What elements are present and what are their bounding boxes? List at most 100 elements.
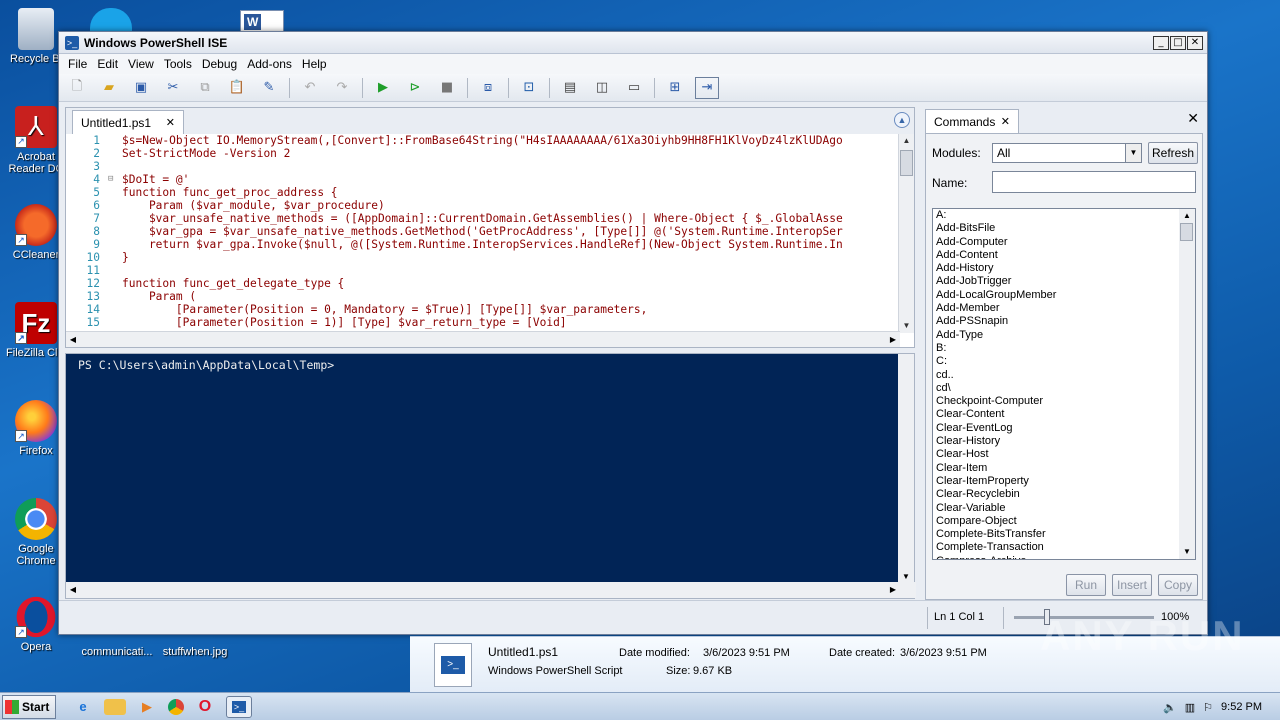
close-tab-icon[interactable]: ✕: [166, 116, 175, 129]
commands-list[interactable]: A: Add-BitsFile Add-Computer Add-Content Add…: [932, 208, 1196, 560]
clear-console-icon[interactable]: ✎: [257, 77, 281, 99]
command-list-item[interactable]: Add-JobTrigger: [933, 275, 1195, 288]
save-icon[interactable]: ▣: [129, 77, 153, 99]
fold-toggle-icon[interactable]: [108, 238, 122, 251]
command-list-item[interactable]: Add-PSSnapin: [933, 315, 1195, 328]
command-list-item[interactable]: A:: [933, 209, 1195, 222]
command-list-item[interactable]: Add-Member: [933, 302, 1195, 315]
open-folder-icon[interactable]: ▰: [97, 77, 121, 99]
command-list-item[interactable]: Checkpoint-Computer: [933, 395, 1195, 408]
fold-toggle-icon[interactable]: [108, 264, 122, 277]
stop-icon[interactable]: ■: [435, 77, 459, 99]
console-vertical-scrollbar[interactable]: ▼: [898, 354, 914, 584]
media-player-icon[interactable]: ▶: [134, 696, 160, 718]
copy-icon[interactable]: ⧉: [193, 77, 217, 99]
command-list-item[interactable]: Add-Computer: [933, 236, 1195, 249]
scroll-thumb[interactable]: [1180, 223, 1193, 241]
editor-vertical-scrollbar[interactable]: ▲ ▼: [898, 134, 914, 333]
command-list-item[interactable]: Clear-Recyclebin: [933, 488, 1195, 501]
fold-toggle-icon[interactable]: [108, 134, 122, 147]
insert-button[interactable]: Insert: [1112, 574, 1152, 596]
command-list-item[interactable]: Clear-Host: [933, 448, 1195, 461]
fold-toggle-icon[interactable]: [108, 147, 122, 160]
scroll-left-icon[interactable]: ◀: [66, 332, 80, 347]
command-list-item[interactable]: Add-BitsFile: [933, 222, 1195, 235]
command-list-item[interactable]: Clear-Content: [933, 408, 1195, 421]
fold-toggle-icon[interactable]: [108, 160, 122, 173]
scroll-down-icon[interactable]: ▼: [1179, 545, 1195, 559]
run-script-icon[interactable]: ▶: [371, 77, 395, 99]
code-editor[interactable]: 1 $s=New-Object IO.MemoryStream(,[Convert…: [66, 134, 900, 333]
console-horizontal-scrollbar[interactable]: ◀ ▶: [66, 582, 916, 598]
command-list-item[interactable]: Add-LocalGroupMember: [933, 289, 1195, 302]
commands-list-scrollbar[interactable]: ▲ ▼: [1179, 209, 1195, 559]
layout-top-icon[interactable]: ▤: [558, 77, 582, 99]
new-file-icon[interactable]: 🗋: [65, 77, 89, 99]
remote-powershell-icon[interactable]: ⧈: [476, 77, 500, 99]
action-center-flag-icon[interactable]: ⚐: [1203, 701, 1213, 714]
command-list-item[interactable]: Complete-BitsTransfer: [933, 528, 1195, 541]
show-commands-icon[interactable]: ⇥: [695, 76, 719, 99]
tab-untitled1[interactable]: Untitled1.ps1 ✕: [72, 110, 184, 134]
command-list-item[interactable]: Clear-History: [933, 435, 1195, 448]
paste-icon[interactable]: 📋: [225, 77, 249, 99]
menu-edit[interactable]: Edit: [92, 57, 123, 71]
command-list-item[interactable]: Clear-Item: [933, 462, 1195, 475]
desktop-file-communication[interactable]: communicati...: [72, 646, 162, 658]
network-icon[interactable]: ▥: [1185, 701, 1195, 714]
command-list-item[interactable]: Add-Content: [933, 249, 1195, 262]
powershell-ise-taskbar-icon[interactable]: >_: [226, 695, 252, 718]
command-list-item[interactable]: Clear-EventLog: [933, 422, 1195, 435]
command-list-item[interactable]: Add-History: [933, 262, 1195, 275]
file-explorer-icon[interactable]: [104, 698, 126, 715]
scroll-right-icon[interactable]: ▶: [886, 332, 900, 347]
menu-view[interactable]: View: [123, 57, 159, 71]
editor-horizontal-scrollbar[interactable]: ◀ ▶: [66, 331, 900, 347]
show-script-pane-icon[interactable]: ⊞: [663, 77, 687, 99]
collapse-script-pane-icon[interactable]: ▲: [894, 112, 910, 128]
start-powershell-icon[interactable]: ⊡: [517, 77, 541, 99]
fold-toggle-icon[interactable]: [108, 303, 122, 316]
word-document-icon[interactable]: W: [240, 10, 284, 32]
undo-icon[interactable]: ↶: [298, 77, 322, 99]
command-list-item[interactable]: Compress-Archive: [933, 555, 1195, 559]
menu-tools[interactable]: Tools: [159, 57, 197, 71]
fold-toggle-icon[interactable]: [108, 251, 122, 264]
start-button[interactable]: Start: [2, 694, 56, 719]
command-list-item[interactable]: Clear-Variable: [933, 502, 1195, 515]
command-list-item[interactable]: Add-Type: [933, 329, 1195, 342]
layout-max-icon[interactable]: ▭: [622, 77, 646, 99]
console-pane[interactable]: PS C:\Users\admin\AppData\Local\Temp> ▼ …: [65, 353, 916, 599]
menu-add-ons[interactable]: Add-ons: [242, 57, 297, 71]
clock[interactable]: 9:52 PM: [1221, 701, 1262, 713]
run-button[interactable]: Run: [1066, 574, 1106, 596]
title-bar[interactable]: >_ Windows PowerShell ISE _ □ ✕: [59, 32, 1207, 54]
internet-explorer-icon[interactable]: e: [70, 696, 96, 718]
desktop-file-stuffwhen[interactable]: stuffwhen.jpg: [150, 646, 240, 658]
skype-icon[interactable]: [90, 8, 132, 32]
refresh-button[interactable]: Refresh: [1148, 142, 1198, 164]
command-list-item[interactable]: cd..: [933, 369, 1195, 382]
close-tab-icon[interactable]: ✕: [1001, 115, 1010, 128]
command-list-item[interactable]: Compare-Object: [933, 515, 1195, 528]
minimize-button[interactable]: _: [1153, 35, 1169, 50]
fold-toggle-icon[interactable]: [108, 277, 122, 290]
command-list-item[interactable]: Complete-Transaction: [933, 541, 1195, 554]
speaker-icon[interactable]: 🔈: [1163, 701, 1177, 714]
fold-toggle-icon[interactable]: [108, 225, 122, 238]
cut-icon[interactable]: ✂: [161, 77, 185, 99]
fold-toggle-icon[interactable]: [108, 316, 122, 329]
name-filter-input[interactable]: [992, 171, 1196, 193]
chevron-down-icon[interactable]: ▼: [1125, 144, 1141, 162]
maximize-button[interactable]: □: [1170, 35, 1186, 50]
scroll-up-icon[interactable]: ▲: [899, 134, 914, 148]
close-pane-icon[interactable]: ✕: [1187, 111, 1199, 127]
scroll-up-icon[interactable]: ▲: [1179, 209, 1195, 223]
command-list-item[interactable]: cd\: [933, 382, 1195, 395]
redo-icon[interactable]: ↷: [330, 77, 354, 99]
chrome-taskbar-icon[interactable]: [168, 698, 184, 715]
command-list-item[interactable]: C:: [933, 355, 1195, 368]
opera-taskbar-icon[interactable]: O: [192, 696, 218, 718]
command-list-item[interactable]: Clear-ItemProperty: [933, 475, 1195, 488]
scroll-right-icon[interactable]: ▶: [886, 582, 900, 598]
